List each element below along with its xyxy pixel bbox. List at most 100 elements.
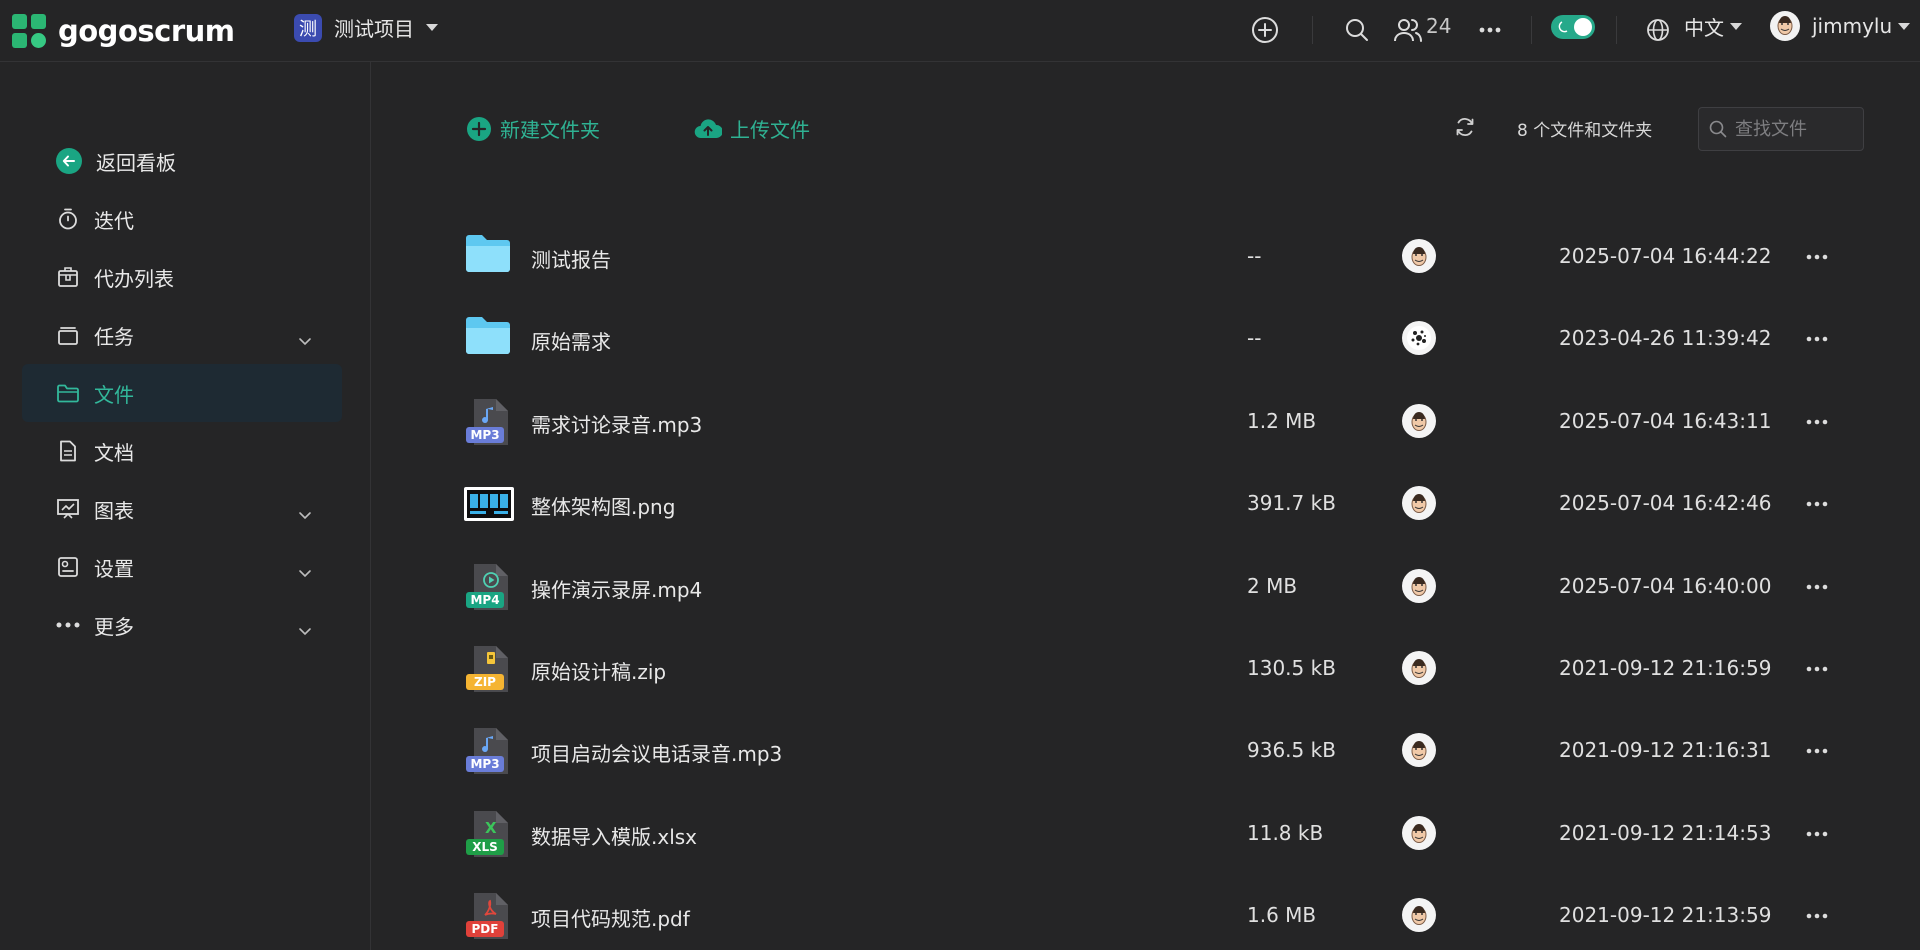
project-selector[interactable]: 测 测试项目 bbox=[294, 13, 438, 42]
chart-icon bbox=[56, 497, 80, 521]
sidebar-item-label: 设置 bbox=[94, 556, 134, 581]
file-row[interactable]: PDF 项目代码规范.pdf 1.6 MB 2021-09-12 21:13:59 bbox=[464, 875, 1844, 950]
sidebar-item-files[interactable]: 文件 bbox=[22, 364, 342, 422]
file-name[interactable]: 原始设计稿.zip bbox=[531, 656, 666, 685]
avatar bbox=[1402, 568, 1436, 603]
file-row[interactable]: 测试报告 -- 2025-07-04 16:44:22 bbox=[464, 216, 1844, 298]
file-name[interactable]: 操作演示录屏.mp4 bbox=[531, 574, 702, 603]
search-input[interactable] bbox=[1735, 118, 1855, 140]
file-row[interactable]: MP3 需求讨论录音.mp3 1.2 MB 2025-07-04 16:43:11 bbox=[464, 381, 1844, 463]
file-name[interactable]: 数据导入模版.xlsx bbox=[531, 821, 697, 850]
sidebar-item-tasks[interactable]: 任务 bbox=[22, 306, 342, 364]
upload-label: 上传文件 bbox=[730, 118, 810, 142]
file-type-badge: PDF bbox=[466, 921, 504, 938]
language-selector[interactable]: 中文 bbox=[1684, 12, 1742, 41]
file-name[interactable]: 项目启动会议电话录音.mp3 bbox=[531, 738, 782, 767]
user-menu[interactable]: jimmylu bbox=[1770, 11, 1911, 41]
file-size: 391.7 kB bbox=[1247, 491, 1336, 516]
more-icon[interactable] bbox=[1802, 654, 1832, 684]
file-size: 1.6 MB bbox=[1247, 903, 1317, 928]
logo-icon bbox=[12, 14, 46, 48]
zip-file-icon[interactable]: ZIP bbox=[464, 644, 514, 694]
box-icon bbox=[56, 265, 80, 289]
add-icon[interactable] bbox=[1249, 14, 1281, 46]
file-search[interactable] bbox=[1698, 107, 1864, 151]
sidebar-item-docs[interactable]: 文档 bbox=[22, 422, 342, 480]
cloud-upload-icon bbox=[694, 118, 722, 138]
file-name[interactable]: 原始需求 bbox=[531, 326, 611, 355]
mp4-file-icon[interactable]: MP4 bbox=[464, 562, 514, 612]
divider bbox=[1531, 16, 1532, 44]
sidebar-item-backlog[interactable]: 代办列表 bbox=[22, 248, 342, 306]
mp3-file-icon[interactable]: MP3 bbox=[464, 726, 514, 776]
file-browser: 新建文件夹 上传文件 8 个文件和文件夹 测试报告 -- 2025-07-04 16… bbox=[372, 62, 1920, 950]
file-name[interactable]: 测试报告 bbox=[531, 244, 611, 273]
file-row[interactable]: MP4 操作演示录屏.mp4 2 MB 2025-07-04 16:40:00 bbox=[464, 546, 1844, 628]
file-date: 2023-04-26 11:39:42 bbox=[1559, 326, 1772, 351]
arrow-left-icon bbox=[56, 148, 82, 174]
new-folder-button[interactable]: 新建文件夹 bbox=[466, 114, 600, 143]
sidebar-item-more[interactable]: 更多 bbox=[22, 596, 342, 654]
top-bar: gogoscrum 测 测试项目 24 中文 jimmylu bbox=[0, 0, 1920, 62]
refresh-icon[interactable] bbox=[1454, 116, 1476, 143]
sidebar-item-charts[interactable]: 图表 bbox=[22, 480, 342, 538]
search-icon[interactable] bbox=[1341, 14, 1373, 46]
folder-file-icon[interactable] bbox=[464, 232, 514, 282]
file-type-badge: MP3 bbox=[466, 756, 504, 773]
member-count[interactable]: 24 bbox=[1426, 14, 1451, 38]
cards-icon bbox=[56, 323, 80, 347]
more-icon[interactable] bbox=[1802, 407, 1832, 437]
file-row[interactable]: X XLS 数据导入模版.xlsx 11.8 kB 2021-09-12 21:14:5… bbox=[464, 793, 1844, 875]
members-icon[interactable] bbox=[1392, 14, 1424, 46]
file-size: 1.2 MB bbox=[1247, 408, 1317, 433]
search-icon bbox=[1709, 120, 1727, 138]
file-date: 2021-09-12 21:14:53 bbox=[1559, 820, 1772, 845]
back-label: 返回看板 bbox=[96, 150, 176, 175]
file-row[interactable]: ZIP 原始设计稿.zip 130.5 kB 2021-09-12 21:16:59 bbox=[464, 628, 1844, 710]
more-icon[interactable] bbox=[1802, 819, 1832, 849]
pdf-file-icon[interactable]: PDF bbox=[464, 891, 514, 941]
more-icon[interactable] bbox=[1802, 324, 1832, 354]
project-name: 测试项目 bbox=[334, 17, 414, 41]
globe-icon[interactable] bbox=[1642, 14, 1674, 46]
file-name[interactable]: 整体架构图.png bbox=[531, 491, 675, 520]
chevron-down-icon bbox=[298, 502, 312, 526]
xls-file-icon[interactable]: X XLS bbox=[464, 809, 514, 859]
back-to-board-button[interactable]: 返回看板 bbox=[22, 132, 342, 190]
dark-mode-toggle[interactable] bbox=[1551, 15, 1595, 39]
mp3-file-icon[interactable]: MP3 bbox=[464, 397, 514, 447]
file-row[interactable]: 原始需求 -- 2023-04-26 11:39:42 bbox=[464, 298, 1844, 380]
sidebar-item-label: 代办列表 bbox=[94, 266, 174, 291]
sidebar-item-label: 任务 bbox=[94, 324, 134, 349]
sidebar-item-settings[interactable]: 设置 bbox=[22, 538, 342, 596]
folder-file-icon[interactable] bbox=[464, 314, 514, 364]
divider bbox=[1616, 16, 1617, 44]
sidebar-item-label: 图表 bbox=[94, 498, 134, 523]
file-row[interactable]: MP3 项目启动会议电话录音.mp3 936.5 kB 2021-09-12 21:1… bbox=[464, 710, 1844, 792]
more-icon[interactable] bbox=[1802, 901, 1832, 931]
more-icon[interactable] bbox=[1802, 572, 1832, 602]
more-icon[interactable] bbox=[1802, 736, 1832, 766]
file-row[interactable]: 整体架构图.png 391.7 kB 2025-07-04 16:42:46 bbox=[464, 463, 1844, 545]
file-size: 11.8 kB bbox=[1247, 820, 1324, 845]
file-date: 2021-09-12 21:13:59 bbox=[1559, 903, 1772, 928]
app-logo[interactable]: gogoscrum bbox=[12, 14, 235, 48]
sidebar-item-label: 更多 bbox=[94, 614, 134, 639]
sidebar-item-sprint[interactable]: 迭代 bbox=[22, 190, 342, 248]
more-icon[interactable] bbox=[1474, 14, 1506, 46]
file-size: 2 MB bbox=[1247, 573, 1298, 598]
png-file-icon[interactable] bbox=[464, 479, 514, 529]
file-name[interactable]: 需求讨论录音.mp3 bbox=[531, 409, 702, 438]
avatar bbox=[1402, 733, 1436, 768]
more-icon[interactable] bbox=[1802, 489, 1832, 519]
upload-file-button[interactable]: 上传文件 bbox=[694, 114, 810, 143]
file-date: 2025-07-04 16:43:11 bbox=[1559, 408, 1772, 433]
more-icon[interactable] bbox=[1802, 242, 1832, 272]
file-size: -- bbox=[1247, 326, 1262, 351]
file-name[interactable]: 项目代码规范.pdf bbox=[531, 903, 690, 932]
file-size: 936.5 kB bbox=[1247, 738, 1336, 763]
folder-icon bbox=[56, 381, 80, 405]
avatar bbox=[1402, 239, 1436, 273]
svg-text:X: X bbox=[485, 819, 497, 837]
sidebar-item-label: 文档 bbox=[94, 440, 134, 465]
